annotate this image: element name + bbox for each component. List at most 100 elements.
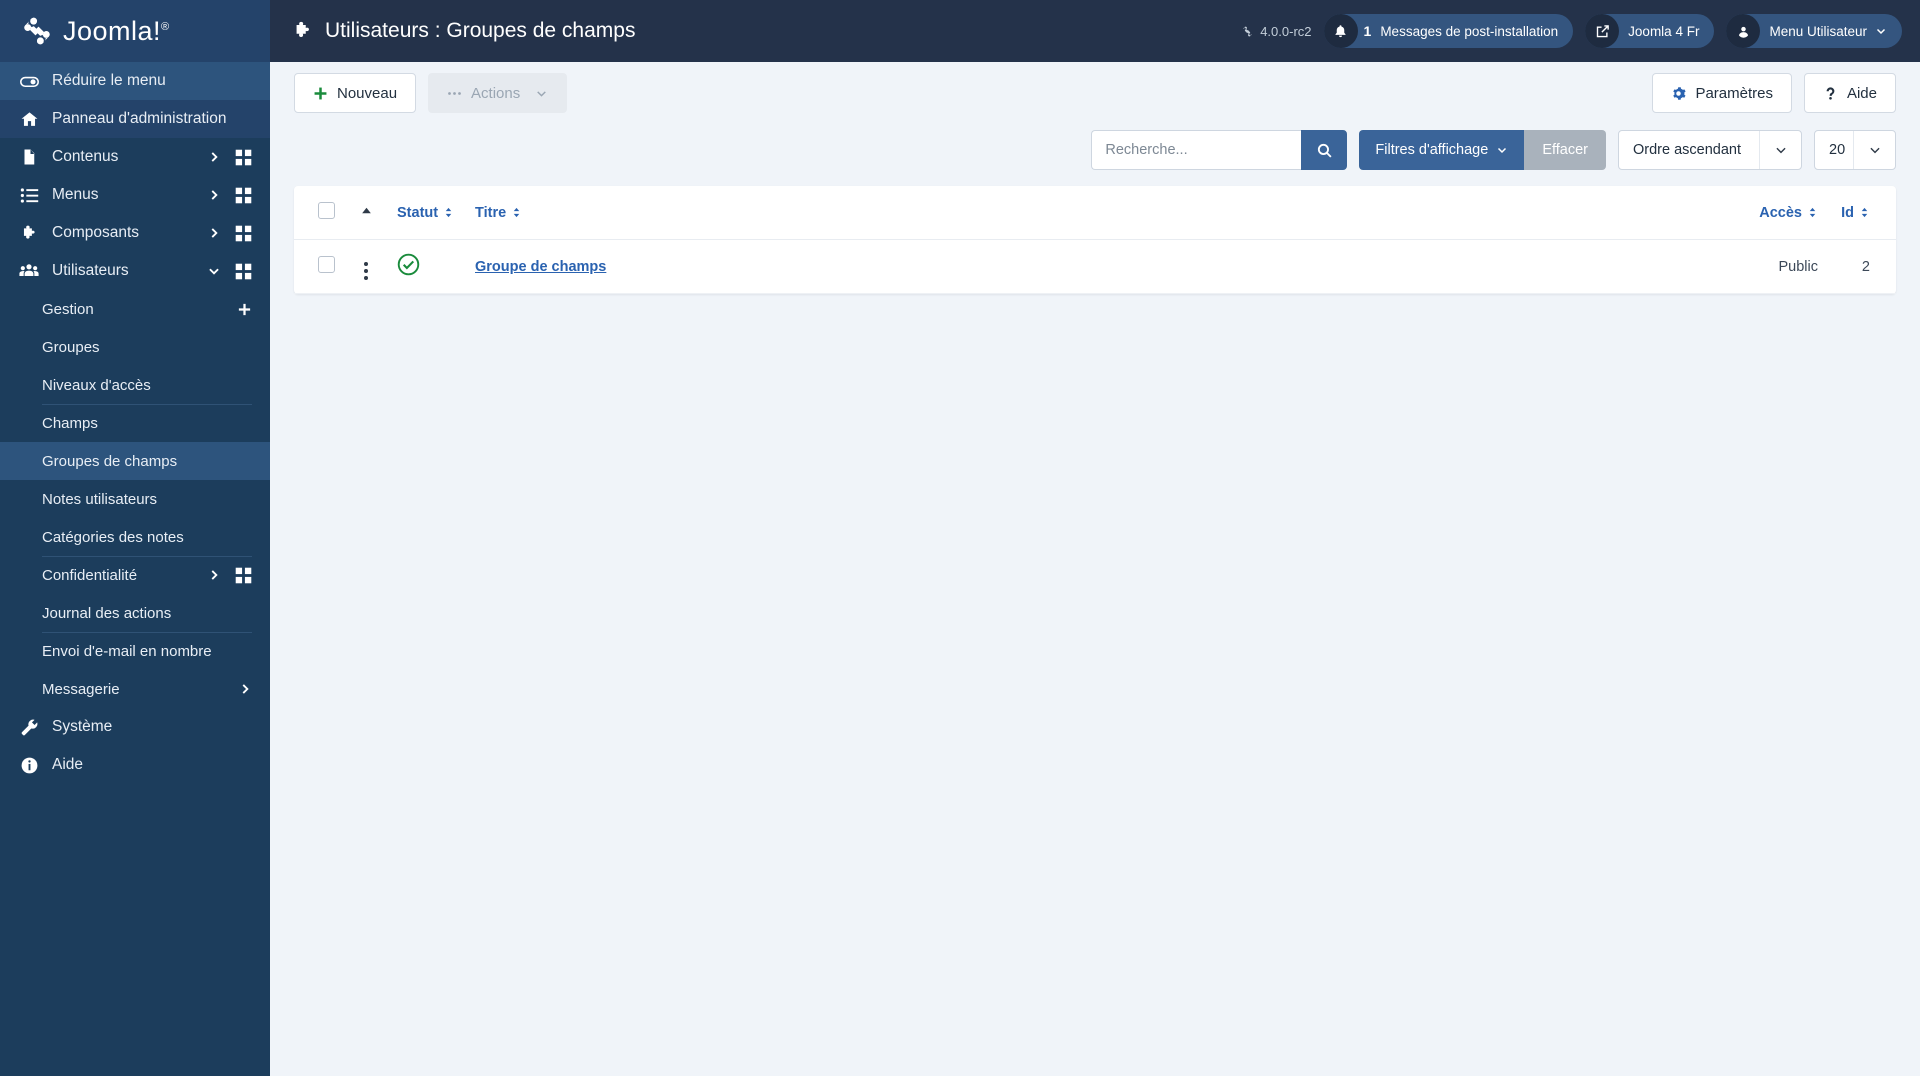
sidebar-item-fields[interactable]: Champs	[0, 404, 270, 442]
options-button-label: Paramètres	[1695, 84, 1773, 102]
sidebar-item-help[interactable]: Aide	[0, 746, 270, 784]
plus-icon[interactable]	[237, 302, 252, 317]
puzzle-icon	[18, 223, 40, 243]
row-actions-menu-icon[interactable]	[364, 261, 368, 280]
search-button[interactable]	[1301, 130, 1348, 170]
row-checkbox[interactable]	[318, 256, 335, 273]
app-root: Joomla!® Réduire le menu Panneau d'admin…	[0, 0, 1920, 1076]
sidebar-item-users-groups[interactable]: Groupes	[0, 328, 270, 366]
wrench-icon	[18, 717, 40, 737]
sidebar-label-user-notes: Notes utilisateurs	[42, 490, 158, 508]
toggle-icon	[18, 71, 40, 91]
page-limit-select[interactable]: 20	[1814, 130, 1896, 170]
chevron-right-icon	[211, 228, 218, 238]
sidebar-label-dashboard: Panneau d'administration	[52, 110, 227, 127]
sidebar-item-components[interactable]: Composants	[0, 214, 270, 252]
grid-icon[interactable]	[235, 225, 252, 242]
sidebar: Joomla!® Réduire le menu Panneau d'admin…	[0, 0, 270, 1076]
column-id[interactable]: Id	[1826, 186, 1896, 240]
sidebar-item-users-manage[interactable]: Gestion	[0, 290, 270, 328]
brand-logo-area[interactable]: Joomla!®	[0, 0, 270, 62]
sidebar-label-system: Système	[52, 718, 113, 735]
version-text: 4.0.0-rc2	[1260, 23, 1312, 39]
visit-site-button[interactable]: Joomla 4 Fr	[1585, 14, 1715, 48]
user-menu-label: Menu Utilisateur	[1769, 23, 1867, 39]
ellipsis-icon	[448, 91, 461, 95]
grid-icon[interactable]	[235, 187, 252, 204]
sidebar-item-access-levels[interactable]: Niveaux d'accès	[0, 366, 270, 404]
help-button[interactable]: Aide	[1803, 73, 1896, 113]
sidebar-item-mass-mail[interactable]: Envoi d'e-mail en nombre	[0, 632, 270, 670]
sidebar-item-collapse-menu[interactable]: Réduire le menu	[0, 62, 270, 100]
sidebar-label-field-groups: Groupes de champs	[42, 452, 178, 470]
sidebar-item-users[interactable]: Utilisateurs	[0, 252, 270, 290]
status-published-icon[interactable]	[397, 253, 420, 276]
options-button[interactable]: Paramètres	[1652, 73, 1792, 113]
sidebar-item-note-categories[interactable]: Catégories des notes	[0, 518, 270, 556]
sidebar-item-system[interactable]: Système	[0, 708, 270, 746]
toolbar: Nouveau Actions Paramètres Aide	[270, 62, 1920, 124]
sidebar-item-user-notes[interactable]: Notes utilisateurs	[0, 480, 270, 518]
user-menu-button[interactable]: Menu Utilisateur	[1726, 14, 1902, 48]
column-ordering[interactable]	[343, 186, 389, 240]
clear-filters-button[interactable]: Effacer	[1524, 130, 1606, 170]
joomla-mark-icon	[1243, 26, 1253, 36]
question-mark-icon	[1826, 86, 1835, 100]
search-input[interactable]	[1091, 130, 1302, 170]
user-icon	[1726, 14, 1761, 48]
brand-trademark: ®	[161, 20, 170, 33]
grid-icon[interactable]	[235, 149, 252, 166]
sidebar-item-menus[interactable]: Menus	[0, 176, 270, 214]
sidebar-item-dashboard[interactable]: Panneau d'administration	[0, 100, 270, 138]
sidebar-label-fields: Champs	[42, 414, 98, 432]
search-icon	[1317, 143, 1332, 158]
chevron-down-icon	[209, 268, 219, 275]
sidebar-label-components: Composants	[52, 224, 140, 241]
info-icon	[18, 755, 40, 775]
field-groups-table: Statut Titre Accès Id Groupe de champs P…	[294, 186, 1896, 294]
sidebar-item-content[interactable]: Contenus	[0, 138, 270, 176]
sidebar-item-messaging[interactable]: Messagerie	[0, 670, 270, 708]
sidebar-collapse-label: Réduire le menu	[52, 72, 166, 89]
toolbar-right-group: Paramètres Aide	[1652, 73, 1896, 113]
search-group	[1091, 130, 1348, 170]
column-access[interactable]: Accès	[1676, 186, 1826, 240]
column-title[interactable]: Titre	[467, 186, 1676, 240]
grid-icon[interactable]	[235, 263, 252, 280]
filter-options-button[interactable]: Filtres d'affichage	[1359, 130, 1525, 170]
grid-icon[interactable]	[235, 567, 252, 584]
actions-button-label: Actions	[471, 84, 521, 102]
sidebar-item-action-logs[interactable]: Journal des actions	[0, 594, 270, 632]
column-status[interactable]: Statut	[389, 186, 467, 240]
new-button-label: Nouveau	[337, 84, 398, 102]
chevron-down-icon	[1853, 131, 1895, 169]
brand-name: Joomla!®	[63, 15, 170, 46]
page-title: Utilisateurs : Groupes de champs	[292, 19, 635, 43]
sidebar-item-privacy[interactable]: Confidentialité	[0, 556, 270, 594]
column-id-label: Id	[1841, 204, 1854, 221]
main-area: Utilisateurs : Groupes de champs 4.0.0-r…	[270, 0, 1920, 1076]
row-title-link[interactable]: Groupe de champs	[475, 259, 606, 275]
new-button[interactable]: Nouveau	[294, 73, 417, 113]
actions-button[interactable]: Actions	[428, 73, 568, 113]
row-title-cell: Groupe de champs	[467, 239, 1676, 294]
notification-label: Messages de post-installation	[1380, 23, 1559, 39]
sidebar-label-content: Contenus	[52, 148, 119, 165]
sort-order-value: Ordre ascendant	[1633, 142, 1742, 158]
page-limit-value: 20	[1829, 142, 1846, 158]
sidebar-label-access-levels: Niveaux d'accès	[42, 376, 151, 394]
column-access-label: Accès	[1759, 204, 1802, 221]
version-label: 4.0.0-rc2	[1241, 23, 1312, 39]
sidebar-item-field-groups[interactable]: Groupes de champs	[0, 442, 270, 480]
caret-up-icon	[361, 207, 371, 214]
sidebar-label-privacy: Confidentialité	[42, 566, 138, 584]
help-button-label: Aide	[1846, 84, 1877, 102]
gear-icon	[1673, 86, 1687, 100]
sort-order-select[interactable]: Ordre ascendant	[1618, 130, 1802, 170]
select-all-checkbox[interactable]	[318, 202, 335, 219]
row-actions-cell	[343, 239, 389, 294]
sidebar-label-note-categories: Catégories des notes	[42, 528, 184, 546]
users-submenu: Gestion Groupes Niveaux d'accès Champs G…	[0, 290, 270, 708]
filter-bar: Filtres d'affichage Effacer Ordre ascend…	[294, 124, 1896, 186]
postinstall-messages-button[interactable]: 1 Messages de post-installation	[1323, 14, 1574, 48]
